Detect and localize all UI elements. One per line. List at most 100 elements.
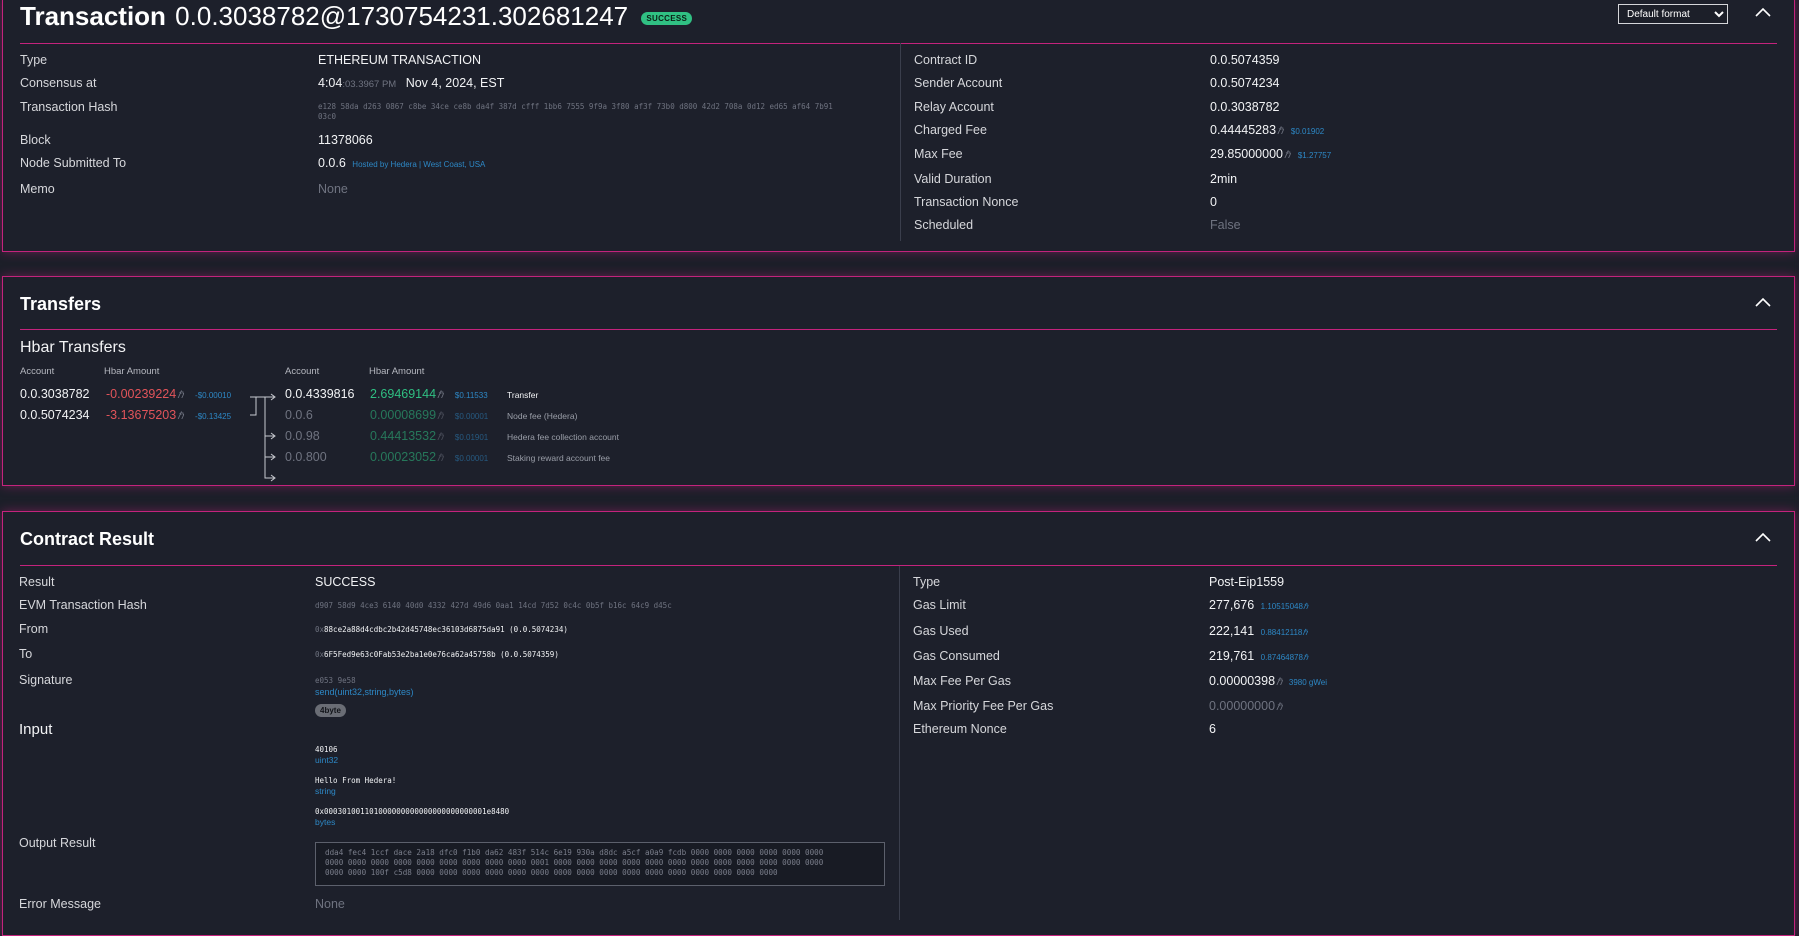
eth-nonce-label: Ethereum Nonce [913, 722, 1007, 736]
contract-id-value[interactable]: 0.0.5074359 [1210, 53, 1280, 67]
to-amount: 2.69469144ℏ $0.11533 [370, 387, 488, 401]
tx-nonce-value: 0 [1210, 195, 1217, 209]
output-result-box[interactable]: dda4 fec4 1ccf dace 2a18 dfc0 f1b0 da62 … [315, 842, 885, 886]
transfers-card: Transfers Hbar Transfers Account Hbar Am… [2, 276, 1795, 486]
max-priority-fee-label: Max Priority Fee Per Gas [913, 699, 1054, 713]
evm-hash-label: EVM Transaction Hash [19, 598, 147, 612]
signature-badge: 4byte [315, 702, 346, 717]
result-label: Result [19, 575, 55, 589]
chevron-up-icon [1755, 7, 1771, 17]
signature-label: Signature [19, 673, 73, 687]
gas-consumed-value: 219,761 0.87464878ℏ [1209, 649, 1309, 663]
gas-used-label: Gas Used [913, 624, 969, 638]
to-amount: 0.44413532ℏ $0.01901 [370, 429, 489, 443]
contract-type-value: Post-Eip1559 [1209, 575, 1285, 589]
consensus-value: 4:04:03.3967 PM Nov 4, 2024, EST [318, 76, 505, 90]
result-value: SUCCESS [315, 575, 376, 589]
to-description: Transfer [507, 390, 539, 400]
to-label: To [19, 647, 33, 661]
duration-value: 2min [1210, 172, 1238, 186]
to-account[interactable]: 0.0.98 [285, 429, 320, 443]
type-value: ETHEREUM TRANSACTION [318, 53, 481, 67]
transfers-header: Transfers [20, 277, 1777, 330]
input-title: Input [19, 721, 53, 738]
duration-label: Valid Duration [914, 172, 992, 186]
column-divider [900, 43, 901, 241]
from-address[interactable]: 0x88ce2a88d4cdbc2b42d45748ec36103d6875da… [315, 625, 568, 634]
collapse-button[interactable] [1755, 7, 1773, 21]
hash-value[interactable]: e128 58da d263 0867 c8be 34ce ce8b da4f … [318, 102, 833, 122]
gas-used-value: 222,141 0.88412118ℏ [1209, 624, 1308, 638]
contract-id-label: Contract ID [914, 53, 978, 67]
transfers-title: Transfers [20, 294, 102, 314]
scheduled-label: Scheduled [914, 218, 974, 232]
relay-label: Relay Account [914, 100, 994, 114]
input-value: 40106 [315, 745, 338, 754]
gas-limit-label: Gas Limit [913, 598, 966, 612]
block-value[interactable]: 11378066 [318, 133, 373, 147]
node-hosted: Hosted by Hedera | West Coast, USA [352, 160, 486, 169]
page-title: Transaction [20, 1, 166, 31]
sender-label: Sender Account [914, 76, 1003, 90]
status-badge: SUCCESS [641, 11, 693, 25]
hash-label: Transaction Hash [20, 100, 118, 114]
memo-label: Memo [20, 182, 55, 196]
error-message-value: None [315, 897, 345, 911]
input-type: string [315, 786, 336, 796]
gas-consumed-label: Gas Consumed [913, 649, 1000, 663]
from-amount: -0.00239224ℏ -$0.00010 [106, 387, 232, 401]
node-value[interactable]: 0.0.6 Hosted by Hedera | West Coast, USA [318, 156, 485, 170]
contract-result-header: Contract Result [20, 512, 1777, 566]
contract-type-label: Type [913, 575, 941, 589]
to-account[interactable]: 0.0.4339816 [285, 387, 355, 401]
from-account[interactable]: 0.0.3038782 [20, 387, 90, 401]
error-message-label: Error Message [19, 897, 101, 911]
contract-result-title: Contract Result [20, 529, 155, 549]
input-type: uint32 [315, 755, 339, 765]
from-amount-header: Hbar Amount [104, 366, 160, 377]
node-label: Node Submitted To [20, 156, 127, 170]
input-value: 0x000301001101000000000000000000000001e8… [315, 807, 510, 816]
from-account-header: Account [20, 366, 55, 377]
to-account[interactable]: 0.0.800 [285, 450, 327, 464]
to-amount-header: Hbar Amount [369, 366, 425, 377]
input-value: Hello From Hedera! [315, 776, 397, 785]
evm-hash-value[interactable]: d907 58d9 4ce3 6140 40d0 4332 427d 49d6 … [315, 601, 672, 610]
type-label: Type [20, 53, 48, 67]
to-account-header: Account [285, 366, 320, 377]
collapse-button[interactable] [1755, 532, 1773, 546]
to-description: Node fee (Hedera) [507, 411, 578, 421]
tx-nonce-label: Transaction Nonce [914, 195, 1019, 209]
scheduled-value: False [1210, 218, 1241, 232]
charged-fee-label: Charged Fee [914, 123, 987, 137]
max-fee-value: 29.85000000ℏ $1.27757 [1210, 147, 1332, 161]
format-select[interactable]: Default format [1618, 4, 1728, 24]
max-fee-label: Max Fee [914, 147, 963, 161]
relay-value[interactable]: 0.0.3038782 [1210, 100, 1280, 114]
column-divider [899, 566, 900, 920]
from-account[interactable]: 0.0.5074234 [20, 408, 90, 422]
to-description: Staking reward account fee [507, 453, 611, 463]
chevron-up-icon [1755, 532, 1771, 542]
transaction-id: 0.0.3038782@1730754231.302681247 [175, 1, 629, 31]
consensus-label: Consensus at [20, 76, 97, 90]
max-priority-fee-value: 0.00000000ℏ [1209, 699, 1283, 713]
transaction-header: Transaction 0.0.3038782@1730754231.30268… [20, 0, 1777, 44]
collapse-button[interactable] [1755, 297, 1773, 311]
max-fee-per-gas-label: Max Fee Per Gas [913, 674, 1011, 688]
from-amount: -3.13675203ℏ -$0.13425 [106, 408, 232, 422]
from-label: From [19, 622, 49, 636]
to-account[interactable]: 0.0.6 [285, 408, 313, 422]
transaction-card: Transaction 0.0.3038782@1730754231.30268… [2, 0, 1795, 252]
charged-fee-value: 0.44445283ℏ $0.01902 [1210, 123, 1325, 137]
sender-value[interactable]: 0.0.5074234 [1210, 76, 1280, 90]
input-type: bytes [315, 817, 336, 827]
block-label: Block [20, 133, 51, 147]
max-fee-per-gas-value: 0.00000398ℏ 3980 gWei [1209, 674, 1327, 688]
gas-limit-value: 277,676 1.10515048ℏ [1209, 598, 1309, 612]
to-description: Hedera fee collection account [507, 432, 619, 442]
memo-value: None [318, 182, 348, 196]
signature-hex: e053 9e58 [315, 676, 356, 685]
to-address[interactable]: 0x6F5Fed9e63c0Fab53e2ba1e0e76ca62a45758b… [315, 650, 559, 659]
hbar-transfers-title: Hbar Transfers [20, 339, 126, 356]
